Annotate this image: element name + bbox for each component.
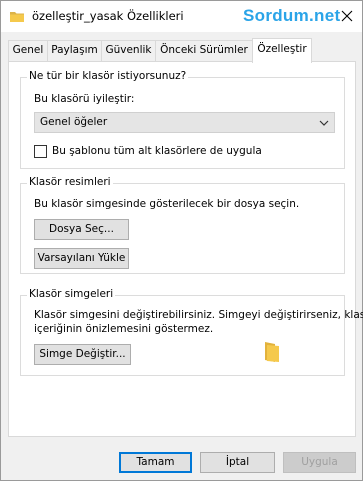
folder-pictures-description: Bu klasör simgesinde gösterilecek bir do… xyxy=(34,198,300,210)
folder-icons-description-line2: içeriğinin önizlemesini göstermez. xyxy=(34,323,214,335)
restore-default-button[interactable]: Varsayılanı Yükle xyxy=(34,248,129,269)
close-icon[interactable] xyxy=(341,10,353,22)
tab-label: Güvenlik xyxy=(105,44,152,56)
apply-subfolders-checkbox[interactable] xyxy=(34,145,47,158)
folder-pictures-group: Klasör resimleri Bu klasör simgesinde gö… xyxy=(20,176,345,274)
button-label: Dosya Seç... xyxy=(49,223,114,235)
cancel-button[interactable]: İptal xyxy=(200,452,275,473)
group-heading: Klasör resimleri xyxy=(27,176,113,188)
tab-customize[interactable]: Özelleştir xyxy=(252,38,312,63)
optimize-label: Bu klasörü iyileştir: xyxy=(34,93,135,105)
folder-icon xyxy=(10,12,24,22)
group-heading: Ne tür bir klasör istiyorsunuz? xyxy=(27,70,189,82)
button-label: İptal xyxy=(225,456,250,468)
title-bar: özelleştir_yasak Özellikleri Sordum.net xyxy=(1,1,362,32)
change-icon-button[interactable]: Simge Değiştir... xyxy=(34,344,131,365)
group-heading: Klasör simgeleri xyxy=(27,288,116,300)
tab-security[interactable]: Güvenlik xyxy=(101,40,156,61)
properties-window: özelleştir_yasak Özellikleri Sordum.net … xyxy=(0,0,363,481)
tab-label: Önceki Sürümler xyxy=(160,44,248,56)
dropdown-value: Genel öğeler xyxy=(40,116,108,128)
watermark: Sordum.net xyxy=(243,6,341,25)
button-label: Varsayılanı Yükle xyxy=(37,252,126,264)
optimize-dropdown[interactable]: Genel öğeler xyxy=(34,112,335,133)
chevron-down-icon xyxy=(319,120,329,126)
tab-label: Paylaşım xyxy=(51,44,98,56)
apply-button: Uygula xyxy=(283,452,356,473)
folder-icon xyxy=(265,342,279,362)
choose-file-button[interactable]: Dosya Seç... xyxy=(34,219,129,240)
ok-button[interactable]: Tamam xyxy=(119,452,192,473)
tab-sharing[interactable]: Paylaşım xyxy=(47,40,102,61)
tab-previous-versions[interactable]: Önceki Sürümler xyxy=(155,40,253,61)
window-title: özelleştir_yasak Özellikleri xyxy=(32,9,184,23)
button-label: Simge Değiştir... xyxy=(39,348,126,360)
button-label: Tamam xyxy=(136,456,175,468)
folder-icons-description-line1: Klasör simgesini değiştirebilirsiniz. Si… xyxy=(34,309,363,321)
tab-label: Özelleştir xyxy=(257,43,307,55)
tab-general[interactable]: Genel xyxy=(8,40,48,61)
tab-label: Genel xyxy=(12,44,44,56)
apply-subfolders-label[interactable]: Bu şablonu tüm alt klasörlere de uygula xyxy=(52,145,262,157)
button-label: Uygula xyxy=(301,456,338,468)
customize-panel: Ne tür bir klasör istiyorsunuz? Bu klasö… xyxy=(8,61,363,437)
folder-type-group: Ne tür bir klasör istiyorsunuz? Bu klasö… xyxy=(20,70,345,169)
folder-icons-group: Klasör simgeleri Klasör simgesini değişt… xyxy=(20,288,363,376)
